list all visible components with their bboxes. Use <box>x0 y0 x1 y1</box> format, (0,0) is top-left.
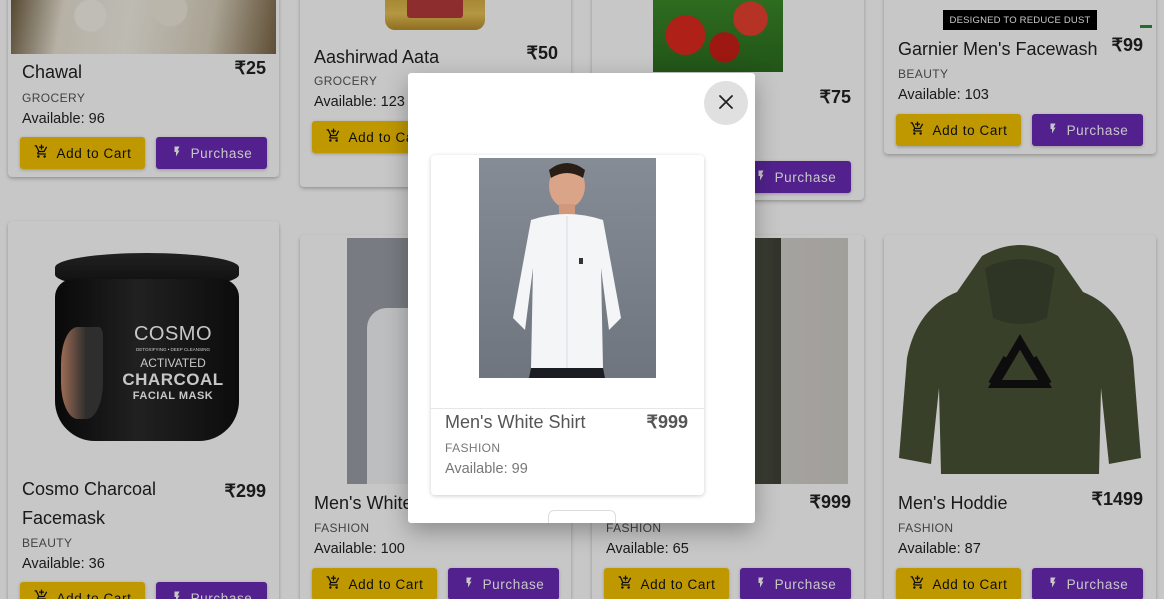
modal-product-title: Men's White Shirt <box>445 412 586 432</box>
shirt-model-illustration <box>513 163 621 378</box>
close-button[interactable] <box>704 81 748 125</box>
close-icon <box>718 94 734 113</box>
modal-product-image <box>479 158 656 378</box>
modal-product-category: FASHION <box>445 441 501 455</box>
modal-scroll-hint <box>548 510 616 523</box>
modal-product-card: Men's White Shirt ₹999 FASHION Available… <box>431 155 704 495</box>
modal-product-availability: Available: 99 <box>445 461 528 477</box>
modal-product-price: ₹999 <box>646 412 688 432</box>
product-detail-modal: Men's White Shirt ₹999 FASHION Available… <box>408 73 755 523</box>
